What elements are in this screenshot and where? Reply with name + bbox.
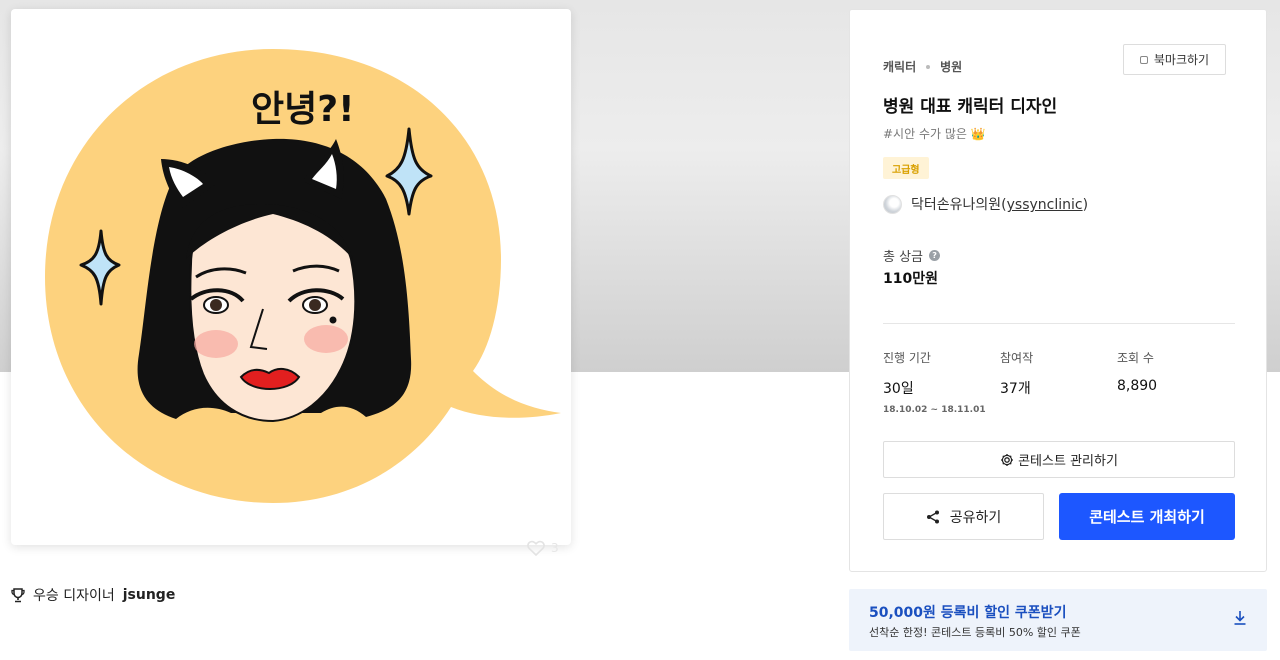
host-handle[interactable]: yssynclinic bbox=[1007, 197, 1083, 213]
stat-entries: 참여작 37개 bbox=[1000, 349, 1033, 398]
contest-title: 병원 대표 캐릭터 디자인 bbox=[883, 97, 1058, 117]
grade-badge: 고급형 bbox=[883, 157, 929, 179]
separator-dot bbox=[926, 64, 931, 69]
winner-designer: 우승 디자이너 jsunge bbox=[11, 585, 175, 605]
breadcrumb: 캐릭터 병원 bbox=[883, 58, 962, 75]
coupon-headline: 50,000원 등록비 할인 쿠폰받기 bbox=[869, 605, 1067, 621]
entries-label: 참여작 bbox=[1000, 351, 1034, 365]
period-dates: 18.10.02 ~ 18.11.01 bbox=[883, 405, 986, 415]
prize-label: 총 상금 bbox=[883, 250, 924, 265]
download-icon[interactable] bbox=[1233, 610, 1247, 626]
character-illustration: 안녕?! bbox=[45, 49, 561, 503]
subcategory-label[interactable]: 병원 bbox=[940, 58, 962, 75]
divider bbox=[883, 323, 1235, 324]
bookmark-button[interactable]: 북마크하기 bbox=[1123, 44, 1226, 75]
stat-period: 진행 기간 30일 18.10.02 ~ 18.11.01 bbox=[883, 349, 986, 415]
entries-value: 37개 bbox=[1000, 381, 1031, 397]
prize-label-row: 총 상금 ? bbox=[883, 246, 941, 265]
bookmark-icon bbox=[1139, 55, 1148, 64]
share-icon bbox=[926, 510, 939, 523]
host-name: 닥터손유나의원 bbox=[911, 197, 1002, 213]
manage-label: 콘테스트 관리하기 bbox=[1018, 454, 1118, 469]
period-value: 30일 bbox=[883, 381, 914, 397]
category-label[interactable]: 캐릭터 bbox=[883, 58, 916, 75]
coupon-banner[interactable]: 50,000원 등록비 할인 쿠폰받기 선착순 한정! 콘테스트 등록비 50%… bbox=[849, 589, 1267, 651]
prize-value: 110만원 bbox=[883, 271, 938, 287]
host-contest-button[interactable]: 콘테스트 개최하기 bbox=[1059, 493, 1235, 540]
winner-label: 우승 디자이너 bbox=[33, 588, 115, 604]
speech-text: 안녕?! bbox=[251, 89, 355, 130]
help-icon[interactable]: ? bbox=[929, 250, 941, 261]
winning-artwork[interactable]: 안녕?! bbox=[11, 9, 571, 545]
heart-icon bbox=[527, 540, 545, 556]
coupon-description: 선착순 한정! 콘테스트 등록비 50% 할인 쿠폰 bbox=[869, 626, 1081, 639]
manage-contest-button[interactable]: 콘테스트 관리하기 bbox=[883, 441, 1235, 478]
views-label: 조회 수 bbox=[1117, 351, 1154, 365]
contest-host[interactable]: 닥터손유나의원(yssynclinic) bbox=[883, 194, 1088, 214]
like-count: 3 bbox=[551, 541, 559, 555]
winner-name[interactable]: jsunge bbox=[123, 587, 176, 603]
stat-views: 조회 수 8,890 bbox=[1117, 349, 1157, 394]
contest-info-panel: 캐릭터 병원 북마크하기 병원 대표 캐릭터 디자인 #시안 수가 많은 👑 고… bbox=[849, 9, 1267, 572]
gear-icon bbox=[1001, 453, 1014, 466]
trophy-icon bbox=[11, 587, 25, 602]
like-counter[interactable]: 3 bbox=[527, 540, 559, 556]
share-button[interactable]: 공유하기 bbox=[883, 493, 1044, 540]
contest-tags: #시안 수가 많은 👑 bbox=[883, 127, 986, 141]
views-value: 8,890 bbox=[1117, 378, 1158, 394]
avatar bbox=[883, 194, 902, 214]
share-label: 공유하기 bbox=[949, 509, 1002, 526]
bookmark-label: 북마크하기 bbox=[1153, 53, 1210, 67]
period-label: 진행 기간 bbox=[883, 351, 931, 365]
